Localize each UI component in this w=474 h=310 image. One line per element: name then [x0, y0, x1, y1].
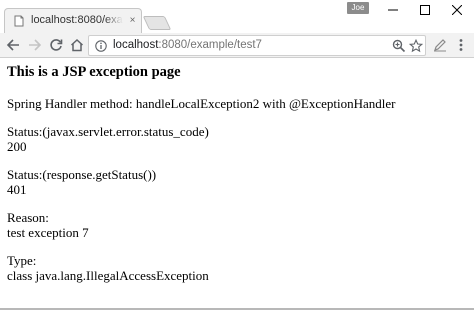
url-text[interactable]: localhost:8080/example/test7: [113, 39, 262, 51]
reason-section: Reason: test exception 7: [7, 210, 467, 240]
url-path: :8080/example/test7: [158, 39, 262, 51]
kebab-menu-icon[interactable]: [451, 35, 471, 55]
browser-tab[interactable]: localhost:8080/example/t ×: [4, 8, 142, 33]
handler-line: Spring Handler method: handleLocalExcept…: [7, 96, 396, 111]
pen-icon[interactable]: [430, 35, 450, 55]
page-title: This is a JSP exception page: [7, 64, 181, 80]
home-icon[interactable]: [67, 35, 87, 55]
arrow-right-icon[interactable]: [25, 35, 45, 55]
profile-badge[interactable]: Joe: [347, 2, 369, 14]
maximize-icon[interactable]: [409, 0, 441, 20]
info-icon[interactable]: [95, 40, 107, 52]
close-icon[interactable]: [441, 0, 473, 20]
zoom-icon[interactable]: [392, 39, 406, 53]
browser-toolbar: localhost:8080/example/test7: [0, 33, 474, 58]
section-label: Status:(javax.servlet.error.status_code): [7, 124, 209, 139]
section-value: 401: [7, 182, 27, 197]
section-value: 200: [7, 139, 27, 154]
address-bar[interactable]: localhost:8080/example/test7: [88, 35, 426, 56]
section-label: Type:: [7, 253, 37, 268]
section-label: Status:(response.getStatus()): [7, 167, 157, 182]
title-bar: localhost:8080/example/t × Joe: [0, 0, 474, 33]
section-value: class java.lang.IllegalAccessException: [7, 268, 209, 283]
arrow-left-icon[interactable]: [3, 35, 23, 55]
reload-icon[interactable]: [46, 35, 66, 55]
tab-close-icon[interactable]: ×: [126, 14, 139, 27]
response-status-section: Status:(response.getStatus()) 401: [7, 167, 467, 197]
status-code-section: Status:(javax.servlet.error.status_code)…: [7, 124, 467, 154]
type-section: Type: class java.lang.IllegalAccessExcep…: [7, 253, 467, 283]
star-icon[interactable]: [409, 39, 423, 53]
tab-title: localhost:8080/example/t: [31, 14, 123, 26]
url-host: localhost: [113, 39, 159, 51]
section-value: test exception 7: [7, 225, 89, 240]
section-label: Reason:: [7, 210, 49, 225]
page-content: This is a JSP exception page Spring Hand…: [7, 62, 467, 283]
minimize-icon[interactable]: [377, 0, 409, 20]
page-icon: [14, 15, 24, 27]
new-tab-button[interactable]: [142, 16, 172, 30]
